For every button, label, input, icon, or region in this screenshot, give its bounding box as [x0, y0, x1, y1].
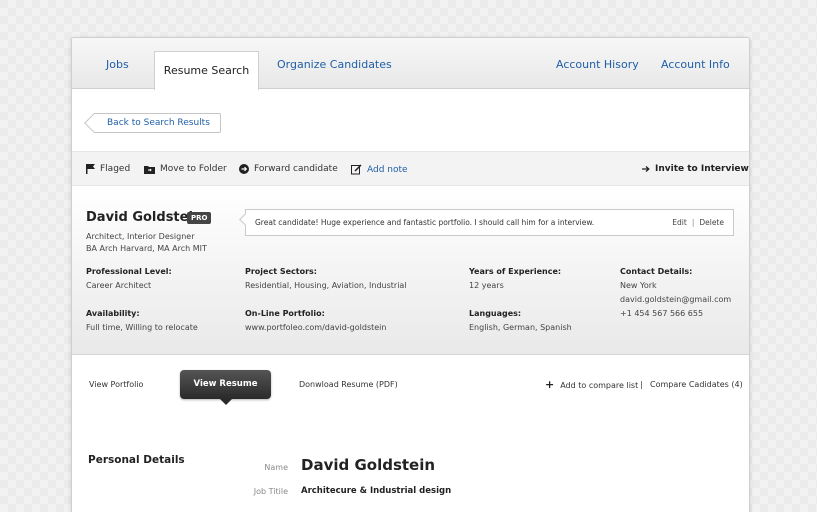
- main-panel: Jobs Resume Search Organize Candidates A…: [71, 37, 750, 512]
- years-experience-value: 12 years: [469, 281, 504, 290]
- forward-candidate-action[interactable]: Forward candidate: [239, 164, 338, 174]
- project-sectors-value: Residential, Housing, Aviation, Industri…: [245, 281, 407, 290]
- top-nav: Jobs Resume Search Organize Candidates A…: [72, 38, 749, 90]
- back-to-results-button[interactable]: Back to Search Results: [93, 113, 221, 133]
- view-portfolio-link[interactable]: View Portfolio: [89, 380, 143, 389]
- candidate-title: Architect, Interior Designer: [86, 232, 195, 241]
- pro-badge: PRO: [187, 212, 212, 224]
- flagged-label: Flaged: [100, 164, 131, 174]
- move-to-folder-label: Move to Folder: [160, 164, 227, 174]
- name-label: Name: [264, 463, 288, 472]
- flagged-action[interactable]: Flaged: [86, 164, 130, 174]
- job-title-label: Job Titile: [253, 487, 288, 496]
- add-note-label: Add note: [367, 164, 408, 175]
- edit-note-icon: [351, 164, 362, 175]
- back-button-label: Back to Search Results: [107, 118, 210, 128]
- nav-jobs[interactable]: Jobs: [106, 58, 129, 71]
- note-delete-link[interactable]: Delete: [699, 218, 724, 227]
- languages-value: English, German, Spanish: [469, 323, 572, 332]
- portfolio-link[interactable]: www.portfoleo.com/david-goldstein: [245, 323, 386, 332]
- languages-label: Languages:: [469, 309, 522, 318]
- add-note-action[interactable]: Add note: [351, 164, 408, 175]
- availability-label: Availability:: [86, 309, 140, 318]
- invite-to-interview-action[interactable]: Invite to Interview: [642, 164, 749, 174]
- add-compare-label: Add to compare list: [560, 381, 639, 390]
- forward-icon: [239, 164, 249, 174]
- nav-account-history[interactable]: Account Hisory: [556, 58, 639, 71]
- add-to-compare-action[interactable]: + Add to compare list: [545, 378, 638, 391]
- invite-label: Invite to Interview: [655, 164, 749, 174]
- compare-candidates-link[interactable]: Compare Cadidates (4): [650, 380, 743, 389]
- nav-resume-search-tab[interactable]: Resume Search: [154, 51, 259, 90]
- candidate-profile: David Goldstein PRO Architect, Interior …: [72, 187, 749, 355]
- personal-details-title: Personal Details: [88, 454, 185, 466]
- forward-candidate-label: Forward candidate: [254, 164, 338, 174]
- view-resume-button[interactable]: View Resume: [180, 370, 271, 405]
- contact-details-label: Contact Details:: [620, 267, 693, 276]
- candidate-education: BA Arch Harvard, MA Arch MIT: [86, 244, 207, 253]
- folder-icon: [144, 165, 155, 174]
- note-text: Great candidate! Huge experience and fan…: [255, 218, 595, 227]
- candidate-name: David Goldstein: [86, 210, 203, 225]
- action-bar: Flaged Move to Folder Forward candidate …: [72, 151, 749, 186]
- years-experience-label: Years of Experience:: [469, 267, 562, 276]
- job-title-value: Architecure & Industrial design: [301, 486, 452, 496]
- candidate-note: Great candidate! Huge experience and fan…: [245, 209, 734, 236]
- compare-separator: |: [640, 380, 643, 389]
- project-sectors-label: Project Sectors:: [245, 267, 317, 276]
- nav-organize-candidates[interactable]: Organize Candidates: [277, 58, 392, 71]
- move-to-folder-action[interactable]: Move to Folder: [144, 164, 227, 174]
- note-separator: |: [691, 218, 695, 227]
- arrow-right-icon: [642, 166, 650, 172]
- nav-account-info[interactable]: Account Info: [661, 58, 730, 71]
- professional-level-value: Career Architect: [86, 281, 152, 290]
- note-edit-link[interactable]: Edit: [672, 218, 687, 227]
- flag-icon: [86, 164, 95, 174]
- professional-level-label: Professional Level:: [86, 267, 172, 276]
- note-actions: Edit | Delete: [672, 218, 724, 227]
- portfolio-label: On-Line Portfolio:: [245, 309, 325, 318]
- contact-city: New York: [620, 281, 657, 290]
- download-resume-link[interactable]: Donwload Resume (PDF): [299, 380, 398, 389]
- contact-email[interactable]: david.goldstein@gmail.com: [620, 295, 731, 304]
- resume-tab-bar: View Portfolio View Resume Donwload Resu…: [72, 356, 749, 416]
- availability-value: Full time, Willing to relocate: [86, 323, 198, 332]
- plus-icon: +: [545, 378, 555, 391]
- contact-phone: +1 454 567 566 655: [620, 309, 704, 318]
- name-value: David Goldstein: [301, 456, 436, 474]
